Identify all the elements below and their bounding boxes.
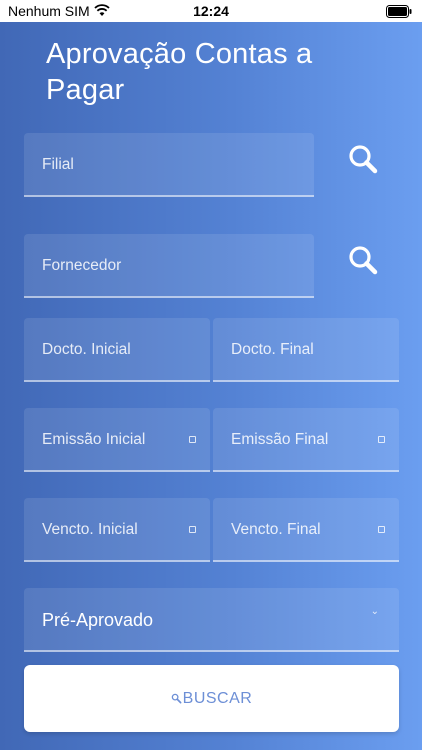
emissao-inicial-label: Emissão Inicial [42, 431, 146, 448]
clock: 12:24 [193, 3, 229, 19]
emissao-final-field[interactable]: Emissão Final [213, 408, 399, 472]
fornecedor-label: Fornecedor [42, 257, 122, 274]
vencto-inicial-label: Vencto. Inicial [42, 521, 138, 538]
docto-final-field[interactable]: Docto. Final [213, 318, 399, 382]
search-icon [171, 693, 182, 704]
calendar-icon[interactable] [378, 526, 385, 533]
status-select[interactable]: Pré-Aprovado ⌄ [24, 588, 399, 652]
buscar-button[interactable]: BUSCAR [24, 665, 399, 732]
page-title: Aprovação Contas a Pagar [46, 38, 313, 106]
search-icon[interactable] [344, 140, 384, 180]
docto-inicial-field[interactable]: Docto. Inicial [24, 318, 210, 382]
chevron-down-icon: ⌄ [370, 606, 379, 617]
main-screen: Aprovação Contas a Pagar Filial Forneced… [0, 22, 422, 750]
calendar-icon[interactable] [378, 436, 385, 443]
fornecedor-field[interactable]: Fornecedor [24, 234, 314, 298]
vencto-final-label: Vencto. Final [231, 521, 321, 538]
vencto-inicial-field[interactable]: Vencto. Inicial [24, 498, 210, 562]
buscar-label: BUSCAR [182, 689, 253, 707]
emissao-inicial-field[interactable]: Emissão Inicial [24, 408, 210, 472]
status-select-value: Pré-Aprovado [42, 610, 154, 630]
filial-field[interactable]: Filial [24, 133, 314, 197]
status-bar: Nenhum SIM 12:24 [0, 0, 422, 22]
emissao-final-label: Emissão Final [231, 431, 329, 448]
docto-inicial-label: Docto. Inicial [42, 341, 131, 358]
filial-label: Filial [42, 156, 74, 173]
battery-icon [386, 5, 412, 18]
docto-final-label: Docto. Final [231, 341, 314, 358]
calendar-icon[interactable] [189, 436, 196, 443]
vencto-final-field[interactable]: Vencto. Final [213, 498, 399, 562]
calendar-icon[interactable] [189, 526, 196, 533]
search-icon[interactable] [344, 241, 384, 281]
